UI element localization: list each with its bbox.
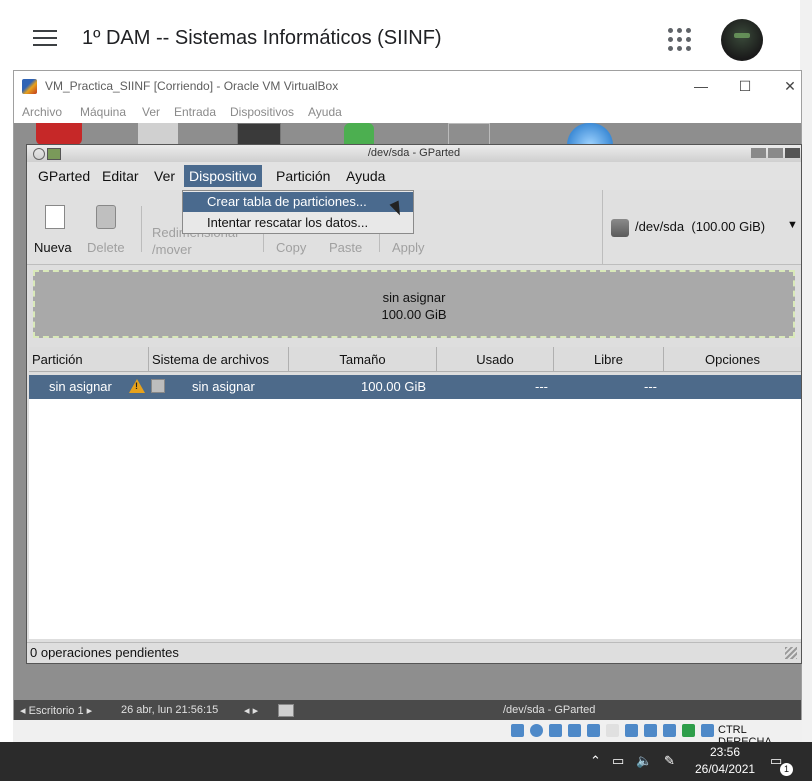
apps-grid-icon[interactable] — [668, 28, 692, 52]
menu-editar[interactable]: Editar — [97, 165, 144, 187]
menu-gparted[interactable]: GParted — [33, 165, 95, 187]
new-button[interactable]: Nueva — [33, 190, 79, 264]
display-icon[interactable] — [625, 724, 638, 737]
minimize-button[interactable]: — — [686, 75, 716, 97]
cell-libre: --- — [644, 379, 657, 394]
map-size: 100.00 GiB — [381, 307, 447, 322]
col-opciones[interactable]: Opciones — [664, 347, 801, 372]
taskbar-date[interactable]: 26/04/2021 — [695, 762, 755, 776]
partition-map[interactable]: sin asignar 100.00 GiB — [33, 270, 795, 338]
col-particion[interactable]: Partición — [29, 347, 149, 372]
shared-folders-icon[interactable] — [606, 724, 619, 737]
cpu-icon[interactable] — [663, 724, 676, 737]
cell-particion: sin asignar — [49, 379, 112, 394]
cell-sistema: sin asignar — [192, 379, 255, 394]
gparted-toolbar: Nueva Delete Redimensionar /mover Copy P… — [27, 190, 801, 265]
windows-taskbar: ⌃ ▭ 🔈 ✎ 23:56 26/04/2021 ▭ 1 — [0, 742, 812, 781]
gparted-menubar: GParted Editar Ver Dispositivo Partición… — [27, 162, 801, 191]
device-selector[interactable]: /dev/sda (100.00 GiB) ▼ — [602, 190, 802, 264]
vbox-menu-dispositivos[interactable]: Dispositivos — [230, 105, 294, 119]
cell-tamano: 100.00 GiB — [361, 379, 427, 394]
vbox-menu-ayuda[interactable]: Ayuda — [308, 105, 342, 119]
taskbar-time[interactable]: 23:56 — [710, 745, 740, 759]
network-tray-icon[interactable]: ▭ — [612, 753, 624, 769]
gparted-titlebar: /dev/sda - GParted — [27, 145, 801, 163]
classroom-header: 1º DAM -- Sistemas Informáticos (SIINF) — [0, 0, 812, 70]
gp-maximize-button[interactable] — [768, 148, 783, 158]
notification-badge: 1 — [780, 763, 793, 776]
gp-minimize-button[interactable] — [751, 148, 766, 158]
lifebuoy-desktop-icon[interactable] — [36, 123, 82, 145]
resize-grip-icon[interactable] — [785, 647, 797, 659]
network-icon[interactable] — [568, 724, 581, 737]
printer-desktop-icon[interactable] — [138, 123, 178, 145]
chevron-down-icon: ▼ — [787, 219, 798, 231]
vbox-menubar: Archivo Máquina Ver Entrada Dispositivos… — [14, 101, 801, 123]
window-menu-icon[interactable] — [33, 148, 45, 160]
menu-item-crear-tabla[interactable]: Crear tabla de particiones... — [183, 192, 413, 212]
guest-clock: 26 abr, lun 21:56:15 — [121, 704, 219, 716]
col-tamano[interactable]: Tamaño — [289, 347, 437, 372]
pen-icon[interactable]: ✎ — [664, 753, 675, 769]
avatar[interactable] — [721, 19, 763, 61]
menu-particion[interactable]: Partición — [271, 165, 335, 187]
volume-icon[interactable]: 🔈 — [636, 753, 652, 769]
partition-list-empty-area[interactable] — [29, 399, 801, 639]
filesystem-color-swatch — [151, 379, 165, 393]
device-name: /dev/sda — [635, 219, 685, 234]
guest-additions-icon[interactable] — [682, 724, 695, 737]
vbox-titlebar: VM_Practica_SIINF [Corriendo] - Oracle V… — [14, 71, 801, 101]
dispositivo-dropdown: Crear tabla de particiones... Intentar r… — [182, 190, 414, 234]
recording-icon[interactable] — [644, 724, 657, 737]
gp-close-button[interactable] — [785, 148, 800, 158]
app-desktop-icon[interactable] — [344, 123, 374, 145]
vbox-menu-ver[interactable]: Ver — [142, 105, 160, 119]
toolbar-separator — [141, 206, 142, 252]
optical-drive-icon[interactable] — [530, 724, 543, 737]
vbox-window-title: VM_Practica_SIINF [Corriendo] - Oracle V… — [45, 79, 339, 93]
hard-disk-icon — [611, 219, 629, 237]
audio-icon[interactable] — [549, 724, 562, 737]
globe-desktop-icon[interactable] — [567, 123, 613, 145]
table-row[interactable]: sin asignar sin asignar 100.00 GiB --- -… — [29, 375, 801, 399]
menu-ver[interactable]: Ver — [149, 165, 180, 187]
vbox-menu-maquina[interactable]: Máquina — [80, 105, 126, 119]
pending-operations: 0 operaciones pendientes — [30, 645, 179, 660]
col-sistema-archivos[interactable]: Sistema de archivos — [149, 347, 289, 372]
gparted-statusbar: 0 operaciones pendientes — [27, 642, 801, 663]
trash-icon — [96, 205, 116, 229]
delete-button[interactable]: Delete — [85, 190, 133, 264]
partition-table-header: Partición Sistema de archivos Tamaño Usa… — [29, 347, 801, 373]
menu-ayuda[interactable]: Ayuda — [341, 165, 390, 187]
harddisk-status-icon[interactable] — [511, 724, 524, 737]
guest-panel: ◂ Escritorio 1 ▸ 26 abr, lun 21:56:15 ◂ … — [14, 700, 801, 720]
vbox-statusbar: CTRL DERECHA — [13, 720, 802, 748]
virtualbox-icon — [22, 79, 37, 94]
warning-icon — [129, 379, 145, 393]
workspace-switcher[interactable]: ◂ Escritorio 1 ▸ — [20, 704, 92, 717]
vbox-menu-archivo[interactable]: Archivo — [22, 105, 62, 119]
guest-task-gparted[interactable]: /dev/sda - GParted — [503, 704, 595, 716]
cell-usado: --- — [535, 379, 548, 394]
vbox-menu-entrada[interactable]: Entrada — [174, 105, 216, 119]
task-nav[interactable]: ◂ ▸ — [244, 704, 258, 717]
gparted-window: /dev/sda - GParted GParted Editar Ver Di… — [26, 144, 802, 664]
keyboard-capture-icon[interactable] — [701, 724, 714, 737]
col-usado[interactable]: Usado — [437, 347, 554, 372]
page-title[interactable]: 1º DAM -- Sistemas Informáticos (SIINF) — [82, 27, 442, 50]
gparted-window-title: /dev/sda - GParted — [367, 147, 461, 159]
menu-item-rescatar-datos[interactable]: Intentar rescatar los datos... — [183, 213, 413, 233]
close-button[interactable]: ✕ — [775, 75, 805, 97]
col-libre[interactable]: Libre — [554, 347, 664, 372]
gparted-app-icon — [47, 148, 61, 160]
new-document-icon — [45, 205, 65, 229]
window-icon — [278, 704, 294, 717]
device-size: (100.00 GiB) — [691, 219, 766, 234]
chevron-up-icon[interactable]: ⌃ — [590, 753, 601, 769]
map-label: sin asignar — [382, 290, 446, 305]
usb-icon[interactable] — [587, 724, 600, 737]
menu-icon[interactable] — [33, 30, 57, 50]
menu-dispositivo[interactable]: Dispositivo — [184, 165, 262, 187]
maximize-button[interactable]: ☐ — [730, 75, 760, 97]
